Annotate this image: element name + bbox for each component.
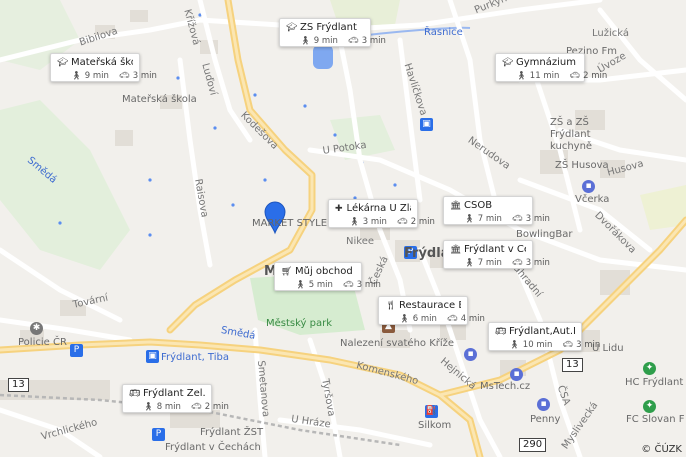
place-label: Frýdlant, Tiba <box>161 352 229 363</box>
place-label: ZŠ Husova <box>555 160 609 171</box>
place-label: MsTech.cz <box>480 381 531 392</box>
parking-icon[interactable]: P <box>70 344 83 357</box>
walk-icon: 🚶︎ <box>349 217 360 227</box>
road-number-shield: 13 <box>562 358 583 372</box>
card-restaurace[interactable]: 🍴︎Restaurace Bílý k... 🚶︎6 min🚗︎4 min <box>378 296 485 325</box>
walk-icon: 🚶︎ <box>464 258 475 268</box>
card-materska-skola[interactable]: 🎓︎Mateřská škola Fr... 🚶︎9 min🚗︎3 min <box>50 53 157 82</box>
cart-icon: 🛒︎ <box>281 266 293 277</box>
car-icon: 🚗︎ <box>562 340 574 350</box>
school-icon: 🎓︎ <box>286 22 298 33</box>
walk-icon: 🚶︎ <box>295 280 306 290</box>
street-label: Lužická <box>592 28 630 39</box>
place-label: Silkom <box>418 420 452 431</box>
place-label: Penny <box>530 414 561 425</box>
park-label: Městský park <box>266 318 333 329</box>
place-label: Frýdlant ŽST <box>200 427 264 438</box>
shop-icon[interactable]: ▪ <box>464 348 477 361</box>
bank-icon: 🏛︎ <box>450 200 462 211</box>
road-number-shield: 13 <box>8 378 29 392</box>
school-icon: 🎓︎ <box>57 57 69 68</box>
place-label: Mateřská škola <box>122 94 197 105</box>
car-icon: 🚗︎ <box>342 280 354 290</box>
walk-icon: 🚶︎ <box>516 71 527 81</box>
card-frydlant-zel-st[interactable]: 🚌︎Frýdlant Zel.St. 🚶︎8 min🚗︎2 min <box>122 384 229 413</box>
parking-icon[interactable]: P <box>152 428 165 441</box>
walk-icon: 🚶︎ <box>399 314 410 324</box>
street-label: Nikee <box>346 236 374 247</box>
car-icon: 🚗︎ <box>446 314 458 324</box>
place-label: Řasnice <box>424 27 463 38</box>
walk-icon: 🚶︎ <box>509 340 520 350</box>
fuel-icon[interactable]: ⛽ <box>425 405 438 418</box>
walk-icon: 🚶︎ <box>464 214 475 224</box>
card-frydlant-aut-nadr[interactable]: 🚌︎Frýdlant,Aut.Nádr. 🚶︎10 min🚗︎3 min <box>488 322 600 351</box>
walk-icon: 🚶︎ <box>300 36 311 46</box>
bus-icon: 🚌︎ <box>495 326 507 337</box>
walk-icon: 🚶︎ <box>143 402 154 412</box>
car-icon: 🚗︎ <box>118 71 130 81</box>
restaurant-icon: 🍴︎ <box>385 300 397 311</box>
place-label: ZŠ a ZŠ Frýdlant kuchyně <box>550 117 593 152</box>
card-zs-frydlant[interactable]: 🎓︎ ZŠ Frýdlant 🚶︎ 9 min 🚗︎ 3 min <box>279 18 386 47</box>
car-icon: 🚗︎ <box>511 258 523 268</box>
place-label: Nalezení svatého Kříže <box>340 338 455 349</box>
sport-icon[interactable]: ✦ <box>643 362 656 375</box>
pond <box>313 45 333 69</box>
place-label: FC Slovan F <box>626 414 685 425</box>
bus-stop-icon[interactable]: ▣ <box>146 350 159 363</box>
shop-icon[interactable]: ▪ <box>537 398 550 411</box>
place-label: Frýdlant v Čechách <box>165 442 261 453</box>
shop-icon[interactable]: ▪ <box>582 180 595 193</box>
bank-icon: 🏛︎ <box>450 244 462 255</box>
police-icon[interactable]: ✱ <box>30 322 43 335</box>
copyright-label: © ČÚZK <box>641 444 682 455</box>
place-label: Policie ČR <box>18 337 67 348</box>
place-label: HC Frýdlant <box>625 377 684 388</box>
car-icon: 🚗︎ <box>511 214 523 224</box>
card-csob[interactable]: 🏛︎ ČSOB 🚶︎ 7 min 🚗︎ 3 min <box>443 196 550 225</box>
place-label: BowlingBar <box>516 229 573 240</box>
card-gymnazium[interactable]: 🎓︎Gymnázium Frýdl... 🚶︎11 min🚗︎2 min <box>495 53 607 82</box>
marker-label: MARKET STYLE <box>252 218 328 229</box>
car-icon: 🚗︎ <box>347 36 359 46</box>
car-icon: 🚗︎ <box>396 217 408 227</box>
bus-icon: 🚌︎ <box>129 388 141 399</box>
card-frydlant-v-cechach[interactable]: 🏛︎Frýdlant v Čechách 🚶︎7 min🚗︎3 min <box>443 240 550 269</box>
card-muj-obchod[interactable]: 🛒︎ Můj obchod 🚶︎ 5 min 🚗︎ 3 min <box>274 262 381 291</box>
school-icon: 🎓︎ <box>502 57 514 68</box>
shop-icon[interactable]: ▪ <box>510 368 523 381</box>
road-number-shield: 290 <box>519 438 547 452</box>
car-icon: 🚗︎ <box>190 402 202 412</box>
place-label: Včerka <box>575 194 610 205</box>
car-icon[interactable]: ▣ <box>420 118 433 131</box>
pharmacy-icon: ✚ <box>335 203 343 214</box>
card-lekarna[interactable]: ✚Lékárna U Zlatéh... 🚶︎3 min🚗︎2 min <box>328 199 435 228</box>
walk-icon: 🚶︎ <box>71 71 82 81</box>
car-icon: 🚗︎ <box>569 71 581 81</box>
sport-icon[interactable]: ✦ <box>643 400 656 413</box>
